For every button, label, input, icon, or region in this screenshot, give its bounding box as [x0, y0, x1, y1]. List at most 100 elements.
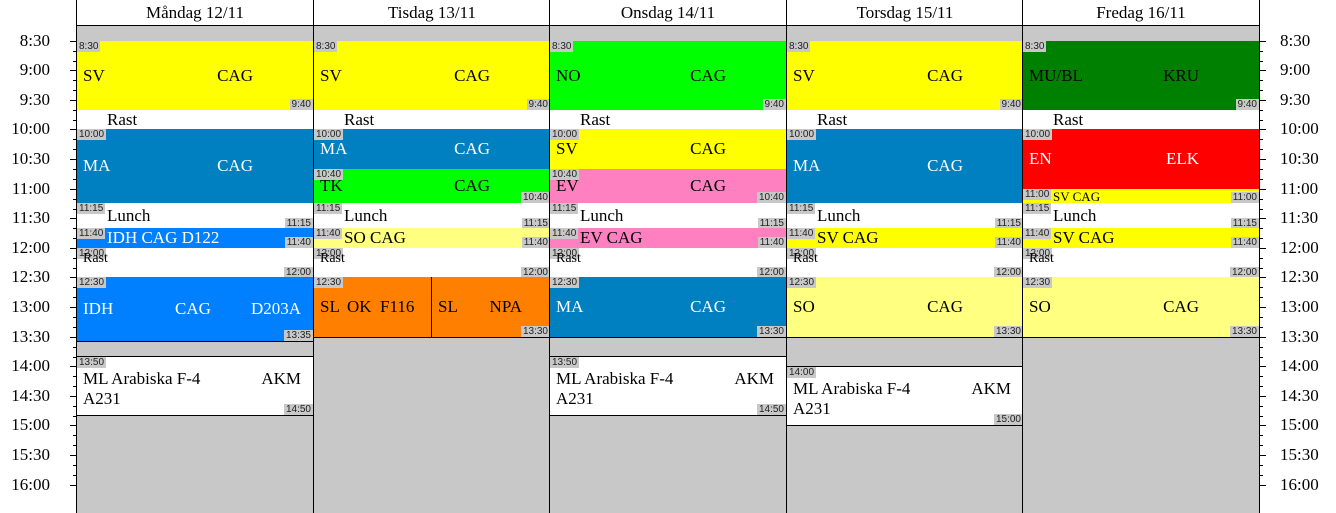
break-block: 11:15 11:15 Lunch	[314, 203, 550, 229]
lesson-text: ELK	[1165, 149, 1199, 168]
lesson-text: CAG	[454, 176, 490, 195]
end-time-label: 13:30	[993, 326, 1023, 337]
lesson-text: CAG	[927, 156, 963, 175]
break-block: 12:00 12:00 Rast	[550, 248, 786, 278]
lesson-text: SL	[320, 297, 340, 316]
axis-minor-tick	[1260, 90, 1263, 91]
end-time-label: 9:40	[526, 99, 550, 110]
lesson-block[interactable]: 8:30 9:40 NO CAG	[550, 41, 786, 111]
end-time-label: 9:40	[999, 99, 1023, 110]
start-time-label: 8:30	[314, 41, 338, 52]
lesson-text: AKM	[261, 369, 301, 388]
lesson-block[interactable]: 11:40 11:40 EV CAG	[550, 228, 786, 249]
axis-minor-tick	[1260, 287, 1263, 288]
axis-label: 10:00	[11, 119, 50, 138]
axis-label: 8:30	[19, 31, 50, 50]
axis-label: 10:30	[11, 149, 50, 168]
break-block: 12:00 12:00 Rast	[1023, 248, 1259, 278]
axis-label: 14:00	[1280, 356, 1319, 375]
lesson-block[interactable]: 10:00 MA CAG	[314, 129, 550, 170]
lesson-block[interactable]: 11:40 11:40 SO CAG	[314, 228, 550, 249]
end-time-label: 13:30	[756, 326, 786, 337]
axis-minor-tick	[1260, 347, 1263, 348]
lesson-text: AKM	[971, 379, 1011, 398]
axis-minor-tick	[1260, 435, 1263, 436]
lesson-block[interactable]: 11:40 11:40 IDH CAG D122	[77, 228, 313, 249]
end-time-label: 9:40	[762, 99, 786, 110]
lesson-block[interactable]: 12:30 13:30 SL OK F116 SL NPA	[314, 277, 550, 338]
axis-label: 12:30	[1280, 267, 1319, 286]
lesson-block[interactable]: 8:30 9:40 SV CAG	[77, 41, 313, 111]
lesson-text: Lunch	[107, 205, 151, 225]
lesson-text: A231	[793, 399, 831, 418]
lesson-block[interactable]: 12:30 13:30 SO CAG	[787, 277, 1023, 338]
day-column: Måndag 12/11 8:30 9:40 SV CAG Rast 10:00 MA CAG 1…	[76, 0, 313, 513]
lesson-text: D203A	[250, 299, 301, 318]
axis-minor-tick	[1260, 61, 1263, 62]
start-time-label: 11:15	[77, 203, 106, 214]
lesson-text: Lunch	[344, 205, 388, 225]
day-header: Onsdag 14/11	[550, 0, 786, 26]
lesson-block[interactable]: 11:40 11:40 SV CAG	[787, 228, 1023, 249]
lesson-text: CAG	[175, 299, 211, 318]
axis-minor-tick	[1260, 406, 1263, 407]
end-time-label: 11:40	[757, 237, 786, 248]
lesson-text: TK	[320, 176, 343, 195]
lesson-block[interactable]: 11:40 11:40 SV CAG	[1023, 228, 1259, 249]
lesson-block[interactable]: 10:40 10:40 TK CAG	[314, 169, 550, 204]
axis-label: 15:30	[11, 445, 50, 464]
end-time-label: 11:00	[1230, 192, 1259, 203]
lesson-block[interactable]: 10:00 SV CAG	[550, 129, 786, 170]
lesson-text: CAG	[927, 65, 963, 85]
axis-label: 15:30	[1280, 445, 1319, 464]
axis-minor-tick	[1260, 238, 1263, 239]
lesson-block[interactable]: 10:00 EN ELK	[1023, 129, 1259, 190]
lesson-block[interactable]: 8:30 9:40 SV CAG	[787, 41, 1023, 111]
lesson-block[interactable]: 10:00 MA CAG	[77, 129, 313, 204]
start-time-label: 12:30	[787, 277, 817, 288]
lesson-text: F116	[380, 297, 415, 316]
start-time-label: 11:40	[314, 228, 343, 239]
lesson-block[interactable]: 14:00 15:00 ML Arabiska F-4 AKM A231	[787, 366, 1023, 426]
lesson-text: Rast	[320, 251, 345, 266]
lesson-text: Rast	[107, 109, 138, 129]
lesson-block[interactable]: 10:40 10:40 EV CAG	[550, 169, 786, 204]
lesson-text: CAG	[690, 176, 726, 195]
axis-minor-tick	[1260, 149, 1263, 150]
start-time-label: 11:40	[550, 228, 579, 239]
axis-label: 15:00	[1280, 415, 1319, 434]
lesson-text: IDH CAG D122	[107, 228, 220, 247]
axis-tick	[1260, 277, 1266, 278]
axis-minor-tick	[1260, 416, 1263, 417]
day-header: Fredag 16/11	[1023, 0, 1259, 26]
axis-minor-tick	[1260, 268, 1263, 269]
lesson-block[interactable]: 8:30 9:40 MU/BL KRU	[1023, 41, 1259, 111]
lesson-text: SL	[438, 297, 458, 316]
break-block: Rast	[77, 110, 313, 130]
axis-minor-tick	[1260, 120, 1263, 121]
lesson-text: SV CAG	[817, 228, 879, 247]
axis-label: 13:30	[11, 327, 50, 346]
end-time-label: 11:40	[521, 237, 550, 248]
lesson-text: Rast	[793, 251, 818, 266]
lesson-block[interactable]: 12:30 13:30 MA CAG	[550, 277, 786, 338]
lesson-text: Lunch	[1053, 205, 1097, 225]
lesson-block[interactable]: 11:00 11:00 SV CAG	[1023, 189, 1259, 204]
axis-tick	[1260, 396, 1266, 397]
lesson-block[interactable]: 13:50 14:50 ML Arabiska F-4 AKM A231	[77, 356, 313, 416]
lesson-block[interactable]: 13:50 14:50 ML Arabiska F-4 AKM A231	[550, 356, 786, 416]
lesson-block[interactable]: 12:30 13:30 SO CAG	[1023, 277, 1259, 338]
end-time-label: 15:00	[993, 414, 1023, 425]
start-time-label: 10:00	[1023, 129, 1053, 140]
timetable: 8:30 9:00 9:30 10:00 10:30 11:00 11:30 12:00 12:…	[0, 0, 1336, 513]
lesson-text: CAG	[1163, 297, 1199, 316]
lesson-block[interactable]: 12:30 13:35 IDH CAG D203A	[77, 277, 313, 342]
lesson-block[interactable]: 8:30 9:40 SV CAG	[314, 41, 550, 111]
lesson-block[interactable]: 10:00 MA CAG	[787, 129, 1023, 204]
lesson-text: CAG	[690, 65, 726, 85]
lesson-text: A231	[83, 389, 121, 408]
left-time-axis: 8:30 9:00 9:30 10:00 10:30 11:00 11:30 12:00 12:…	[0, 0, 76, 513]
lesson-text: SV CAG	[1053, 228, 1115, 247]
axis-label: 12:30	[11, 267, 50, 286]
lesson-text: AKM	[734, 369, 774, 388]
